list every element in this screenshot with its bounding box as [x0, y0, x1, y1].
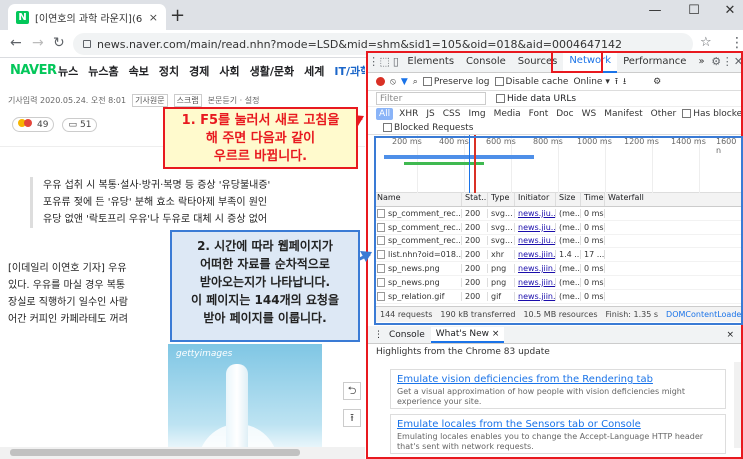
callout-requests: 2. 시간에 따라 웹페이지가 어떠한 자료를 순차적으로 받아오는지가 나타납…: [170, 230, 360, 342]
annotation-arrows: [337, 115, 372, 268]
callout-line: 이 페이지는 144개의 요청을: [191, 293, 339, 307]
callout-refresh: 1. F5를 눌러서 새로 고침을 해 주면 다음과 같이 우르르 바뀝니다.: [163, 107, 358, 169]
callout-line: 어떠한 자료를 순차적으로: [200, 257, 330, 271]
callout-line: 받아오는지가 나타납니다.: [199, 275, 331, 289]
callout-line: 해 주면 다음과 같이: [205, 131, 316, 146]
callout-line: 우르르 바뀝니다.: [213, 149, 308, 164]
callout-line: 1. F5를 눌러서 새로 고침을: [181, 113, 340, 128]
callout-line: 받아 페이지를 이룹니다.: [203, 311, 327, 325]
callout-line: 2. 시간에 따라 웹페이지가: [197, 239, 333, 253]
